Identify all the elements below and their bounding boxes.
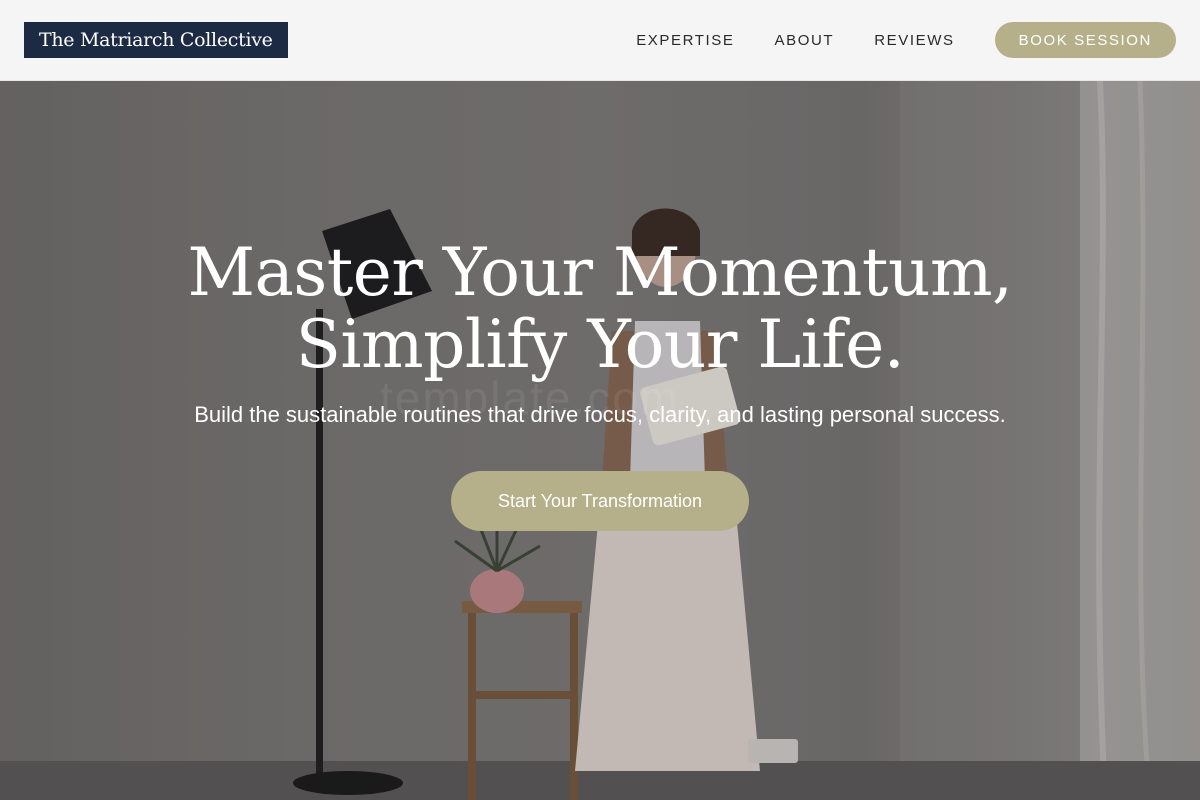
site-header: The Matriarch Collective EXPERTISE ABOUT… [0, 0, 1200, 81]
hero-headline: Master Your Momentum, Simplify Your Life… [150, 237, 1050, 381]
hero-section: template.com Master Your Momentum, Simpl… [0, 81, 1200, 800]
brand-logo[interactable]: The Matriarch Collective [24, 22, 288, 58]
hero-content: Master Your Momentum, Simplify Your Life… [0, 81, 1200, 800]
nav-link-reviews[interactable]: REVIEWS [874, 32, 954, 49]
main-nav: EXPERTISE ABOUT REVIEWS BOOK SESSION [636, 22, 1176, 58]
book-session-button[interactable]: BOOK SESSION [994, 22, 1176, 58]
start-transformation-button[interactable]: Start Your Transformation [451, 471, 749, 531]
nav-link-about[interactable]: ABOUT [775, 32, 835, 49]
brand-logo-text: The Matriarch Collective [39, 29, 273, 51]
hero-headline-line-2: Simplify Your Life. [295, 306, 905, 383]
nav-link-expertise[interactable]: EXPERTISE [636, 32, 734, 49]
hero-subheadline: Build the sustainable routines that driv… [194, 402, 1006, 427]
hero-headline-line-1: Master Your Momentum, [187, 234, 1013, 311]
